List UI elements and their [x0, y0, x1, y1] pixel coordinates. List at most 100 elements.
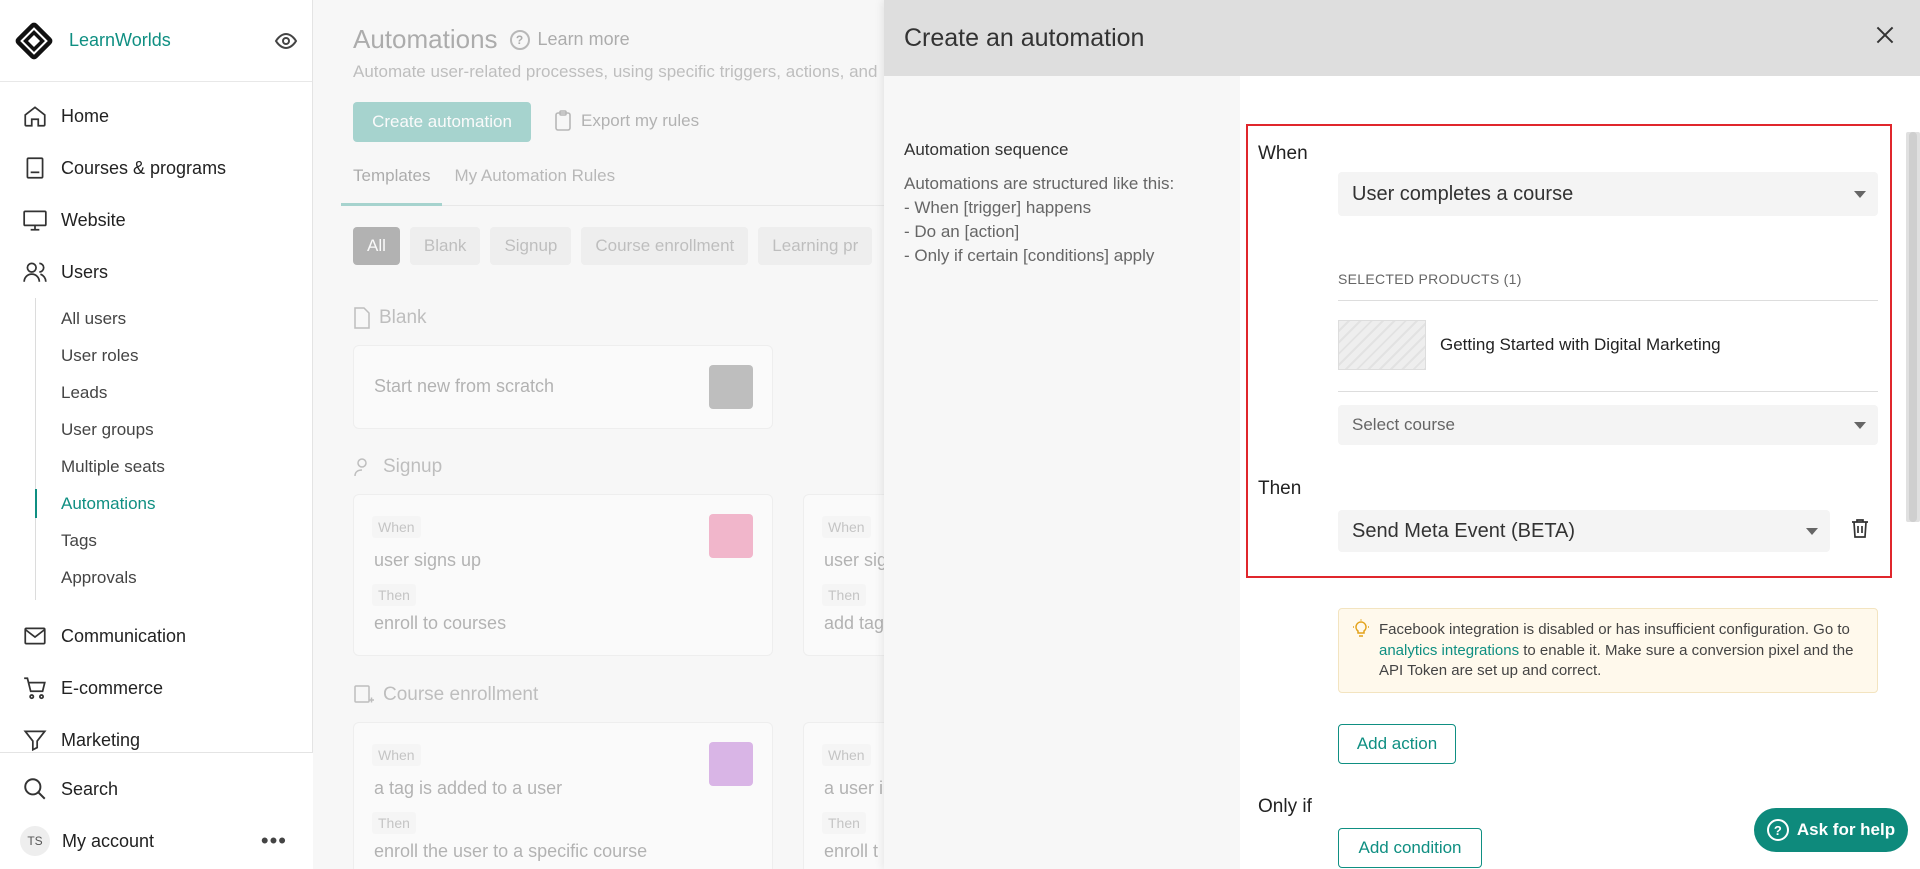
section-signup: Signup — [353, 456, 442, 478]
enroll-icon — [354, 685, 374, 703]
user-icon — [354, 458, 367, 477]
add-condition-button[interactable]: Add condition — [1338, 828, 1482, 868]
select-course-dropdown[interactable]: Select course — [1338, 405, 1878, 445]
tab-templates[interactable]: Templates — [341, 160, 443, 206]
filter-icon — [23, 730, 47, 752]
nav-courses[interactable]: Courses & programs — [0, 142, 312, 194]
nav-home-label: Home — [61, 105, 110, 126]
chip-all[interactable]: All — [353, 227, 400, 265]
brand[interactable]: LearnWorlds — [0, 0, 312, 82]
learn-more-link[interactable]: ? Learn more — [509, 29, 630, 50]
close-icon[interactable] — [1872, 22, 1898, 48]
divider — [1338, 391, 1878, 392]
section-course-enrollment: Course enrollment — [353, 684, 538, 706]
chip-learning-progress[interactable]: Learning pr — [758, 227, 873, 265]
chip-blank[interactable]: Blank — [409, 227, 481, 265]
section-course-enrollment-title: Course enrollment — [383, 684, 539, 705]
sidebar-item-user-roles[interactable]: User roles — [36, 337, 312, 374]
enroll-icon — [709, 742, 753, 786]
create-automation-drawer: Create an automation Automation sequence… — [884, 0, 1920, 869]
sequence-line: - Only if certain [conditions] apply — [904, 246, 1155, 265]
add-user-icon — [709, 514, 753, 558]
facebook-integration-alert: Facebook integration is disabled or has … — [1338, 608, 1878, 693]
blank-card-text: Start new from scratch — [374, 376, 555, 396]
when-tag: When — [372, 744, 421, 766]
sidebar-item-multiple-seats[interactable]: Multiple seats — [36, 448, 312, 485]
learn-more-label: Learn more — [537, 29, 630, 49]
sequence-line: - Do an [action] — [904, 222, 1020, 241]
sidebar-item-automations[interactable]: Automations — [35, 485, 312, 522]
nav-users-label: Users — [61, 261, 109, 282]
nav-home[interactable]: Home — [0, 90, 312, 142]
chevron-down-icon — [1854, 191, 1866, 198]
nav-my-account[interactable]: TS My account ••• — [0, 815, 313, 867]
sidebar-item-approvals[interactable]: Approvals — [36, 559, 312, 596]
my-account-label: My account — [62, 830, 155, 851]
nav-courses-label: Courses & programs — [61, 157, 227, 178]
learnworlds-logo-icon — [15, 22, 53, 59]
chevron-down-icon — [1806, 528, 1818, 535]
only-if-label: Only if — [1258, 796, 1312, 817]
card-when-text: user signs up — [374, 550, 482, 570]
avatar: TS — [20, 826, 50, 856]
tab-my-automation-rules[interactable]: My Automation Rules — [442, 160, 627, 206]
sequence-title: Automation sequence — [904, 140, 1069, 159]
card-then-text: enroll the user to a specific course — [374, 841, 648, 861]
divider — [1338, 300, 1878, 301]
page-title-text: Automations — [353, 24, 498, 54]
more-options-icon[interactable]: ••• — [261, 828, 287, 854]
card-then-text: enroll t — [824, 841, 879, 861]
nav-website[interactable]: Website — [0, 194, 312, 246]
trigger-select-value: User completes a course — [1352, 182, 1574, 205]
add-action-button[interactable]: Add action — [1338, 724, 1456, 764]
ask-for-help-label: Ask for help — [1796, 820, 1896, 839]
analytics-integrations-link[interactable]: analytics integrations — [1379, 642, 1519, 659]
nav-ecommerce[interactable]: E-commerce — [0, 662, 312, 714]
monitor-icon — [23, 210, 47, 231]
sidebar-bottom: Search TS My account ••• — [0, 752, 313, 869]
selected-products-heading: SELECTED PRODUCTS (1) — [1338, 271, 1522, 287]
cart-icon — [24, 677, 46, 700]
when-tag: When — [822, 744, 871, 766]
eye-icon[interactable] — [274, 29, 298, 53]
brand-name: LearnWorlds — [69, 30, 171, 50]
export-rules-button[interactable]: Export my rules — [553, 110, 699, 132]
clipboard-icon — [555, 110, 571, 131]
drawer-title: Create an automation — [904, 23, 1145, 52]
signup-card-1[interactable]: When user signs up Then enroll to course… — [353, 494, 773, 656]
automation-form: When User completes a course SELECTED PR… — [1240, 76, 1920, 869]
section-blank-title: Blank — [379, 307, 427, 328]
nav-users[interactable]: Users — [0, 246, 312, 298]
blank-card[interactable]: Start new from scratch — [353, 345, 773, 429]
action-select[interactable]: Send Meta Event (BETA) — [1338, 510, 1830, 552]
ask-for-help-button[interactable]: ? Ask for help — [1754, 808, 1908, 852]
nav-search-label: Search — [61, 778, 119, 799]
section-signup-title: Signup — [383, 456, 443, 477]
select-course-placeholder: Select course — [1352, 415, 1455, 434]
card-when-text: user sig — [824, 550, 888, 570]
action-select-value: Send Meta Event (BETA) — [1352, 519, 1576, 542]
product-thumbnail — [1338, 320, 1426, 370]
chip-course-enrollment[interactable]: Course enrollment — [581, 227, 749, 265]
sidebar-item-leads[interactable]: Leads — [36, 374, 312, 411]
trash-icon[interactable] — [1848, 516, 1872, 540]
trigger-select[interactable]: User completes a course — [1338, 172, 1878, 216]
nav-communication-label: Communication — [61, 625, 187, 646]
then-label: Then — [1258, 478, 1302, 499]
sidebar-item-all-users[interactable]: All users — [36, 300, 312, 337]
card-when-text: a user i — [824, 778, 884, 798]
home-icon — [24, 106, 46, 127]
enroll-card-1[interactable]: When a tag is added to a user Then enrol… — [353, 722, 773, 869]
nav-communication[interactable]: Communication — [0, 610, 312, 662]
nav-ecommerce-label: E-commerce — [61, 677, 164, 698]
drawer-header: Create an automation — [884, 0, 1920, 76]
nav-marketing-label: Marketing — [61, 729, 141, 750]
create-automation-button[interactable]: Create automation — [353, 102, 531, 142]
chip-signup[interactable]: Signup — [490, 227, 572, 265]
then-tag: Then — [372, 584, 416, 606]
search-icon — [24, 778, 46, 800]
sidebar-item-tags[interactable]: Tags — [36, 522, 312, 559]
drawer-scrollbar[interactable] — [1906, 132, 1920, 522]
sidebar-item-user-groups[interactable]: User groups — [36, 411, 312, 448]
nav-search[interactable]: Search — [0, 763, 313, 815]
